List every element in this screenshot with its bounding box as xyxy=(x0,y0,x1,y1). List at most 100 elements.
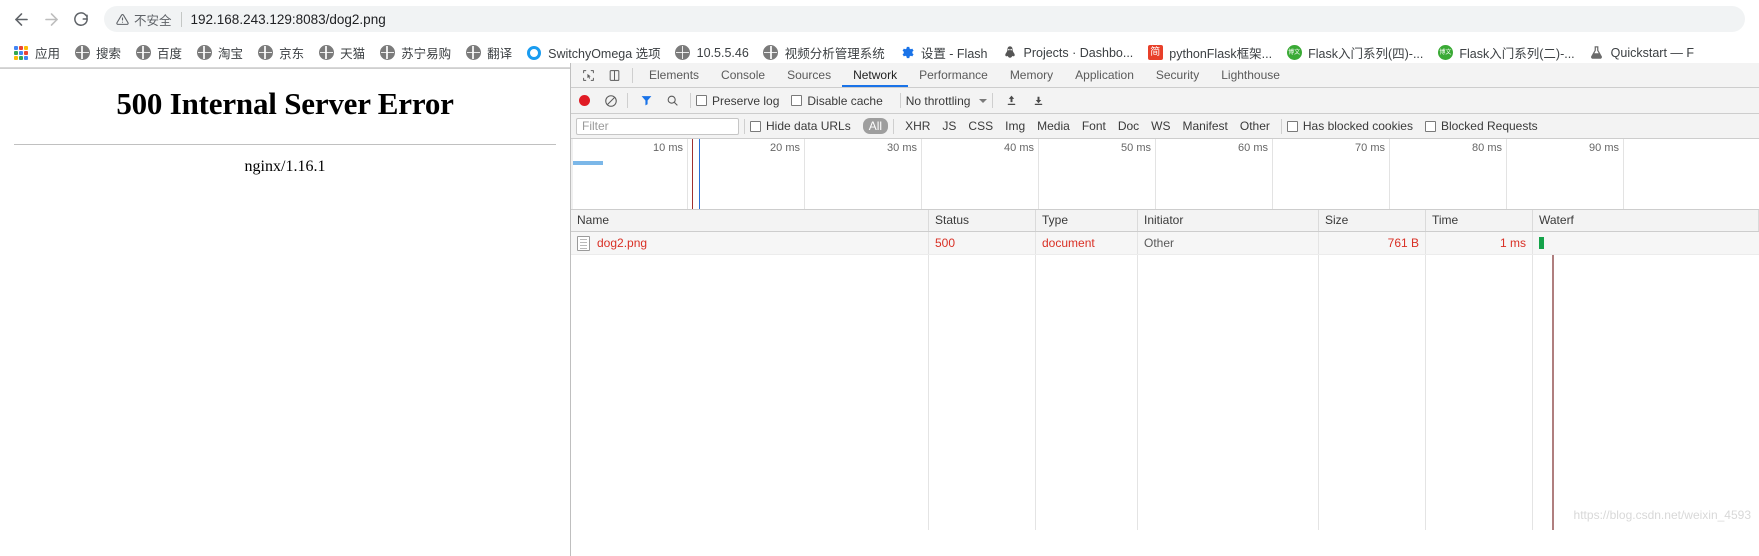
resource-type-manifest[interactable]: Manifest xyxy=(1177,119,1234,133)
url-text[interactable]: 192.168.243.129:8083/dog2.png xyxy=(191,12,386,27)
bookmark-label: 百度 xyxy=(157,47,183,61)
chevron-down-icon xyxy=(979,98,988,103)
bookmark-quickstart-flask[interactable]: Quickstart — F xyxy=(1582,41,1701,65)
bookmark-suning[interactable]: 苏宁易购 xyxy=(372,41,458,65)
resource-type-ws[interactable]: WS xyxy=(1145,119,1176,133)
tab-application[interactable]: Application xyxy=(1064,63,1145,87)
bookmark-jingdong[interactable]: 京东 xyxy=(250,41,311,65)
resource-type-xhr[interactable]: XHR xyxy=(899,119,936,133)
resource-type-css[interactable]: CSS xyxy=(962,119,999,133)
has-blocked-cookies-checkbox[interactable]: Has blocked cookies xyxy=(1286,119,1413,133)
watermark-text: https://blog.csdn.net/weixin_4593 xyxy=(1573,508,1751,522)
import-har-icon[interactable] xyxy=(1005,94,1018,107)
globe-icon xyxy=(196,45,212,61)
bookmark-label: Flask入门系列(四)-... xyxy=(1308,47,1424,61)
filter-icon[interactable] xyxy=(633,89,659,113)
resource-type-doc[interactable]: Doc xyxy=(1112,119,1145,133)
horizontal-rule xyxy=(14,144,556,145)
search-icon[interactable] xyxy=(659,89,685,113)
waterfall-bar xyxy=(1539,237,1544,249)
column-header-initiator[interactable]: Initiator xyxy=(1138,210,1319,231)
column-header-time[interactable]: Time xyxy=(1426,210,1533,231)
forward-button[interactable] xyxy=(36,4,66,34)
overview-tick: 50 ms xyxy=(1039,139,1156,209)
bookmark-switchyomega[interactable]: SwitchyOmega 选项 xyxy=(519,41,668,65)
overview-tick: 90 ms xyxy=(1507,139,1624,209)
preserve-log-checkbox[interactable]: Preserve log xyxy=(696,94,779,108)
tab-security[interactable]: Security xyxy=(1145,63,1210,87)
address-bar[interactable]: 不安全 192.168.243.129:8083/dog2.png xyxy=(104,6,1745,32)
globe-icon xyxy=(74,45,90,61)
flask-icon xyxy=(1589,45,1605,61)
jian-square-icon: 简 xyxy=(1147,45,1163,61)
tab-elements[interactable]: Elements xyxy=(638,63,710,87)
checkbox-box xyxy=(1424,120,1436,132)
column-header-type[interactable]: Type xyxy=(1036,210,1138,231)
column-header-name[interactable]: Name xyxy=(571,210,929,231)
bookmark-label: 苏宁易购 xyxy=(401,47,452,61)
bookmark-label: 京东 xyxy=(279,47,305,61)
bookmark-taobao[interactable]: 淘宝 xyxy=(189,41,250,65)
penguin-icon xyxy=(1002,45,1018,61)
resource-type-other[interactable]: Other xyxy=(1234,119,1276,133)
resource-type-font[interactable]: Font xyxy=(1076,119,1112,133)
hide-data-urls-checkbox[interactable]: Hide data URLs xyxy=(750,119,851,133)
waterfall-divider[interactable] xyxy=(1552,255,1554,530)
resource-type-img[interactable]: Img xyxy=(999,119,1031,133)
column-header-waterfall[interactable]: Waterf xyxy=(1533,210,1759,231)
reload-button[interactable] xyxy=(66,4,96,34)
browser-chrome: 不安全 192.168.243.129:8083/dog2.png 应用 搜索 … xyxy=(0,0,1759,69)
tab-network[interactable]: Network xyxy=(842,63,909,87)
bookmark-video-analysis[interactable]: 视频分析管理系统 xyxy=(756,41,892,65)
globe-icon xyxy=(763,45,779,61)
bookmark-baidu[interactable]: 百度 xyxy=(128,41,189,65)
filterbar-divider-1 xyxy=(744,118,745,134)
disable-cache-checkbox[interactable]: Disable cache xyxy=(791,94,883,108)
back-button[interactable] xyxy=(6,4,36,34)
bookmark-flash-settings[interactable]: 设置 - Flash xyxy=(892,41,995,65)
cell-type: document xyxy=(1036,232,1138,254)
tab-lighthouse[interactable]: Lighthouse xyxy=(1210,63,1291,87)
resource-type-media[interactable]: Media xyxy=(1031,119,1076,133)
throttling-label: No throttling xyxy=(905,93,971,108)
resource-type-all[interactable]: All xyxy=(862,118,889,134)
bookmark-ip-10-5-5-46[interactable]: 10.5.5.46 xyxy=(668,41,756,65)
network-toolbar: Preserve log Disable cache No throttling xyxy=(571,88,1759,114)
bookmark-flask-series-2[interactable]: 博文 Flask入门系列(二)-... xyxy=(1430,41,1581,65)
bookmark-label: 应用 xyxy=(35,47,61,61)
security-chip[interactable]: 不安全 xyxy=(116,10,172,29)
toolbar-divider-1 xyxy=(627,93,628,108)
tab-sources[interactable]: Sources xyxy=(776,63,842,87)
bookmark-apps[interactable]: 应用 xyxy=(6,41,67,65)
overview-tick: 30 ms xyxy=(805,139,922,209)
cell-size: 761 B xyxy=(1319,232,1426,254)
inspect-element-icon[interactable] xyxy=(575,63,601,87)
overview-tick: 40 ms xyxy=(922,139,1039,209)
page-title: 500 Internal Server Error xyxy=(116,86,454,121)
checkbox-box xyxy=(791,95,803,106)
blocked-requests-checkbox[interactable]: Blocked Requests xyxy=(1424,119,1538,133)
table-row[interactable]: dog2.png 500 document Other 761 B 1 ms xyxy=(571,232,1759,255)
bookmark-pythonflask[interactable]: 简 pythonFlask框架... xyxy=(1140,41,1279,65)
bookmark-flask-series-4[interactable]: 博文 Flask入门系列(四)-... xyxy=(1279,41,1430,65)
network-overview-timeline[interactable]: 10 ms 20 ms 30 ms 40 ms 50 ms 60 ms 70 m… xyxy=(571,139,1759,210)
toggle-device-toolbar-icon[interactable] xyxy=(601,63,627,87)
bookmark-fanyi[interactable]: 翻译 xyxy=(458,41,519,65)
filter-input[interactable] xyxy=(576,117,739,135)
resource-type-js[interactable]: JS xyxy=(936,119,962,133)
bookmark-sousuo[interactable]: 搜索 xyxy=(67,41,128,65)
tab-memory[interactable]: Memory xyxy=(999,63,1064,87)
throttling-dropdown[interactable]: No throttling xyxy=(906,94,988,108)
record-button-icon[interactable] xyxy=(579,95,590,106)
cell-name[interactable]: dog2.png xyxy=(571,232,929,254)
column-header-status[interactable]: Status xyxy=(929,210,1036,231)
bookmark-projects-dashboard[interactable]: Projects · Dashbo... xyxy=(995,41,1141,65)
column-header-size[interactable]: Size xyxy=(1319,210,1426,231)
export-har-icon[interactable] xyxy=(1032,94,1045,107)
clear-icon[interactable] xyxy=(604,94,618,108)
network-filterbar: Hide data URLs All XHR JS CSS Img Media … xyxy=(571,114,1759,139)
bookmark-tmall[interactable]: 天猫 xyxy=(311,41,372,65)
overview-tick-label: 90 ms xyxy=(1589,142,1619,154)
tab-performance[interactable]: Performance xyxy=(908,63,999,87)
tab-console[interactable]: Console xyxy=(710,63,776,87)
